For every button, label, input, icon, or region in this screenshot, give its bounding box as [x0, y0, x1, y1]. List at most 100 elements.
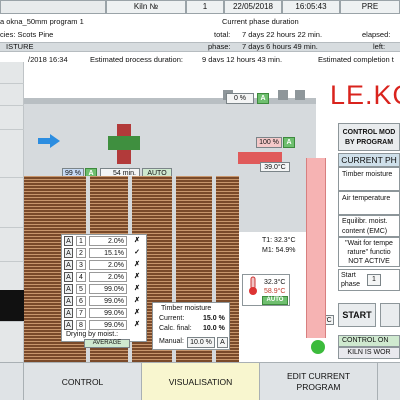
start-phase-input[interactable]: 1	[367, 274, 381, 286]
timber-moisture-panel: Timber moisture Current: 15.0 % Calc. fi…	[152, 302, 230, 350]
sensor-row: A 8 99.0% ✗	[64, 320, 146, 331]
thermometer-icon	[246, 276, 260, 296]
emc-auto-mode[interactable]: AUTO	[262, 296, 288, 305]
sensor-number: 7	[76, 308, 86, 318]
manual-value-input[interactable]: 10.0 %	[187, 337, 215, 348]
sensor-mode[interactable]: A	[64, 320, 73, 330]
sensor-number: 5	[76, 284, 86, 294]
sensor-row: A 3 2.0% ✗	[64, 260, 146, 271]
left-strip-cell[interactable]	[0, 178, 24, 228]
program-name: a okna_50mm program 1	[0, 17, 84, 26]
header: Kiln № 1 22/05/2018 16:05:43 PRE a okna_…	[0, 0, 400, 64]
sensor-state-icon[interactable]: ✗	[130, 320, 144, 330]
heater-temp: 39.0°C	[260, 162, 290, 172]
sensor-mode[interactable]: A	[64, 236, 73, 246]
left-strip-cell[interactable]	[0, 62, 24, 84]
control-on-status: CONTROL ON	[338, 335, 400, 347]
sensor-state-icon[interactable]: ✗	[130, 260, 144, 270]
sensor-state-icon[interactable]: ✓	[130, 248, 144, 258]
bottom-right-tab[interactable]	[378, 363, 400, 400]
sensor-value: 99.0%	[89, 284, 127, 294]
top-flap-mode[interactable]: A	[257, 93, 269, 104]
sensor-state-icon[interactable]: ✗	[130, 284, 144, 294]
sensor-number: 2	[76, 248, 86, 258]
heater-percent: 100 %	[256, 137, 282, 148]
wait-line1: "Wait for tempe	[345, 240, 393, 247]
fan-housing	[108, 136, 140, 150]
sensor-row: A 7 99.0% ✗	[64, 308, 146, 319]
sensor-state-icon[interactable]: ✗	[130, 308, 144, 318]
stop-button[interactable]	[380, 303, 400, 327]
sensor-number: 4	[76, 272, 86, 282]
date-display: 22/05/2018	[224, 0, 282, 14]
current-moisture-label: Current:	[159, 315, 185, 322]
control-mode-button[interactable]: CONTROL MOD BY PROGRAM	[338, 123, 400, 151]
manual-mode[interactable]: A	[217, 337, 228, 348]
left-strip-cell[interactable]	[0, 84, 24, 106]
sensor-state-icon[interactable]: ✗	[130, 296, 144, 306]
sensor-mode[interactable]: A	[64, 284, 73, 294]
pump-icon	[311, 340, 325, 354]
left-strip	[0, 62, 24, 362]
sensor-state-icon[interactable]: ✗	[130, 236, 144, 246]
sensor-number: 1	[76, 236, 86, 246]
left-strip-dark-block	[0, 290, 24, 322]
sensor-value: 15.1%	[89, 248, 127, 258]
company-logo: LE.KO	[330, 80, 400, 110]
sensor-row: A 1 2.0% ✗	[64, 236, 146, 247]
header-left-cell	[0, 0, 106, 14]
sensor-number: 6	[76, 296, 86, 306]
est-completion-label: Estimated completion t	[318, 55, 394, 64]
heating-pipe	[306, 158, 326, 338]
edit-line2: PROGRAM	[296, 382, 341, 392]
sensor-value: 2.0%	[89, 260, 127, 270]
emc-label-line1: Equilibr. moist.	[342, 218, 388, 225]
emc-label-line2: content (EMC)	[342, 228, 388, 235]
left-strip-cell[interactable]	[0, 130, 24, 178]
sensor-mode[interactable]: A	[64, 260, 73, 270]
start-button[interactable]: START	[338, 303, 376, 327]
visualisation-tab[interactable]: VISUALISATION	[142, 363, 260, 400]
time-display: 16:05:43	[282, 0, 340, 14]
start-phase-box: Start phase 1	[338, 269, 400, 291]
bottom-navigation: CONTROL VISUALISATION EDIT CURRENT PROGR…	[0, 362, 400, 400]
phase-duration-title: Current phase duration	[222, 17, 299, 26]
left-label: left:	[373, 42, 386, 51]
sensor-value: 99.0%	[89, 296, 127, 306]
roof-vent	[278, 90, 288, 100]
sensor-mode[interactable]: A	[64, 272, 73, 282]
sensor-state-icon[interactable]: ✗	[130, 272, 144, 282]
air-temperature-label: Air temperature	[338, 191, 400, 215]
calc-final-value: 10.0 %	[203, 325, 225, 332]
sensor-mode[interactable]: A	[64, 248, 73, 258]
not-active-status: NOT ACTIVE	[348, 258, 390, 265]
wait-for-temperature-box: "Wait for tempe rature" functio NOT ACTI…	[338, 237, 400, 267]
moisture-title: Timber moisture	[161, 305, 212, 312]
sensor-mode[interactable]: A	[64, 308, 73, 318]
elapsed-label: elapsed:	[362, 30, 391, 39]
sensor-row: A 4 2.0% ✗	[64, 272, 146, 283]
phase-label: phase:	[208, 42, 231, 51]
drying-mode[interactable]: AVERAGE	[84, 339, 130, 348]
left-strip-cell[interactable]	[0, 228, 24, 262]
emc-label: Equilibr. moist. content (EMC)	[338, 215, 400, 237]
kiln-working-status: KILN IS WOR	[338, 347, 400, 359]
sensor-value: 2.0%	[89, 236, 127, 246]
control-tab[interactable]: CONTROL	[24, 363, 142, 400]
sensor-value: 99.0%	[89, 320, 127, 330]
current-moisture-value: 15.0 %	[203, 315, 225, 322]
t1-reading: T1: 32.3°C	[262, 237, 296, 244]
edit-current-program-tab[interactable]: EDIT CURRENT PROGRAM	[260, 363, 378, 400]
kiln-number: 1	[186, 0, 224, 14]
sensor-value: 2.0%	[89, 272, 127, 282]
control-mode-line1: CONTROL MOD	[342, 129, 396, 136]
roof-vent	[295, 90, 305, 100]
pre-cut-label[interactable]: PRE	[340, 0, 400, 14]
total-label: total:	[214, 30, 231, 39]
sensor-mode[interactable]: A	[64, 296, 73, 306]
calc-final-label: Calc. final:	[159, 325, 192, 332]
left-strip-cell[interactable]	[0, 106, 24, 130]
control-mode-line2: BY PROGRAM	[344, 139, 394, 146]
wait-line2: rature" functio	[347, 249, 391, 256]
heater-mode[interactable]: A	[283, 137, 295, 148]
